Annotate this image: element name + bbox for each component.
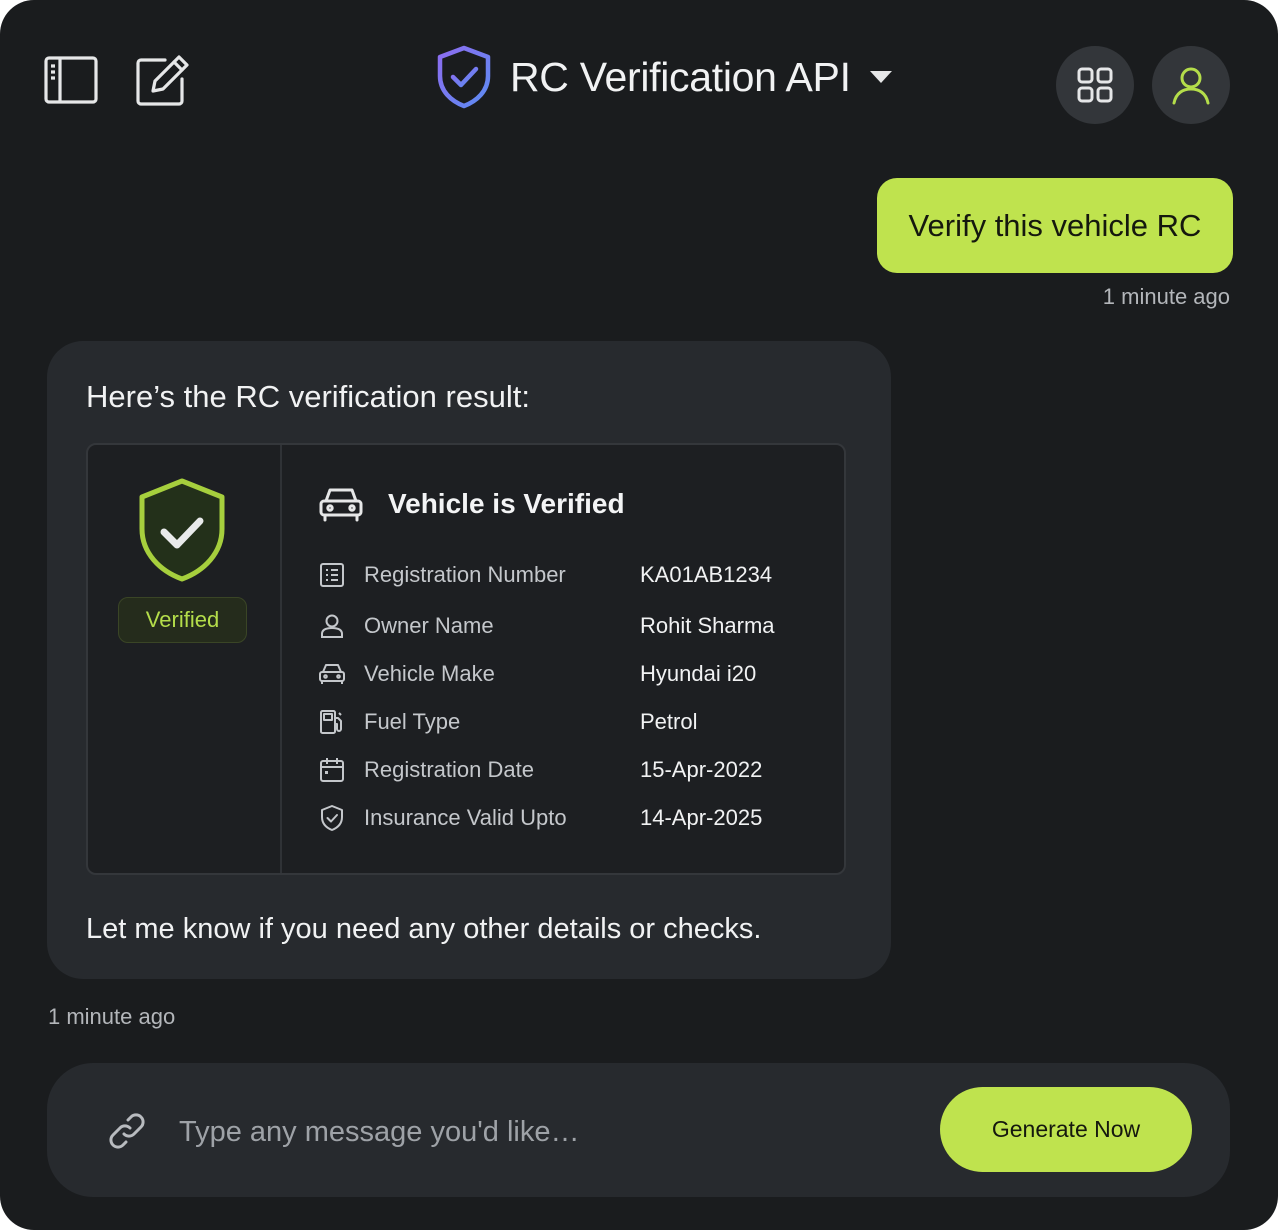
new-chat-button[interactable]	[132, 50, 194, 110]
detail-row: Vehicle Make Hyundai i20	[318, 656, 756, 692]
attach-link-button[interactable]	[105, 1109, 149, 1153]
assistant-outro-text: Let me know if you need any other detail…	[86, 913, 762, 945]
shield-check-icon	[139, 478, 225, 582]
shield-check-icon	[318, 804, 346, 832]
car-icon	[319, 488, 363, 522]
caret-down-icon	[869, 71, 892, 83]
detail-row: Owner Name Rohit Sharma	[318, 608, 775, 644]
verification-result-panel: Verified Vehicle is Verified Registratio…	[86, 443, 846, 875]
detail-label: Owner Name	[364, 613, 494, 638]
detail-value: Hyundai i20	[640, 661, 757, 686]
generate-now-button[interactable]: Generate Now	[940, 1087, 1192, 1172]
api-selector-dropdown[interactable]: RC Verification API	[436, 42, 893, 112]
status-badge: Verified	[118, 597, 247, 643]
verification-status-column: Verified	[88, 445, 282, 873]
detail-row: Fuel Type Petrol	[318, 704, 697, 740]
user-icon	[318, 612, 346, 640]
user-message-timestamp: 1 minute ago	[1102, 284, 1230, 309]
fuel-icon	[318, 708, 346, 736]
page-title: RC Verification API	[510, 53, 851, 100]
apps-button[interactable]	[1056, 46, 1134, 124]
assistant-message-card: Here’s the RC verification result: Verif…	[47, 341, 891, 979]
detail-row: Insurance Valid Upto 14-Apr-2025	[318, 800, 762, 836]
message-composer: Generate Now	[47, 1063, 1230, 1197]
assistant-intro-text: Here’s the RC verification result:	[86, 379, 530, 414]
car-icon	[318, 660, 346, 688]
detail-value: Rohit Sharma	[640, 613, 775, 638]
detail-label: Registration Number	[364, 562, 566, 587]
message-input[interactable]	[177, 1099, 921, 1165]
app-window: RC Verification API Verify this vehicle …	[0, 0, 1278, 1230]
link-icon	[109, 1113, 145, 1149]
detail-value: 15-Apr-2022	[640, 757, 763, 782]
edit-icon	[136, 55, 189, 106]
result-heading: Vehicle is Verified	[318, 485, 625, 523]
detail-row: Registration Date 15-Apr-2022	[318, 752, 762, 788]
shield-check-icon	[437, 45, 491, 109]
detail-label: Insurance Valid Upto	[364, 805, 567, 830]
assistant-message-timestamp: 1 minute ago	[48, 1004, 176, 1029]
detail-label: Registration Date	[364, 757, 534, 782]
calendar-icon	[318, 756, 346, 784]
sidebar-toggle-button[interactable]	[40, 52, 102, 108]
sidebar-icon	[44, 56, 98, 104]
user-icon	[1172, 67, 1210, 105]
result-heading-text: Vehicle is Verified	[388, 488, 625, 519]
detail-label: Fuel Type	[364, 709, 461, 734]
detail-label: Vehicle Make	[364, 661, 495, 686]
profile-button[interactable]	[1152, 46, 1230, 124]
document-icon	[318, 561, 346, 589]
detail-row: Registration Number KA01AB1234	[318, 557, 772, 593]
detail-value: Petrol	[640, 709, 698, 734]
user-message-text: Verify this vehicle RC	[908, 207, 1202, 243]
detail-value: KA01AB1234	[640, 562, 773, 587]
grid-icon	[1077, 67, 1113, 103]
detail-value: 14-Apr-2025	[640, 805, 763, 830]
user-message-bubble: Verify this vehicle RC	[877, 178, 1233, 273]
